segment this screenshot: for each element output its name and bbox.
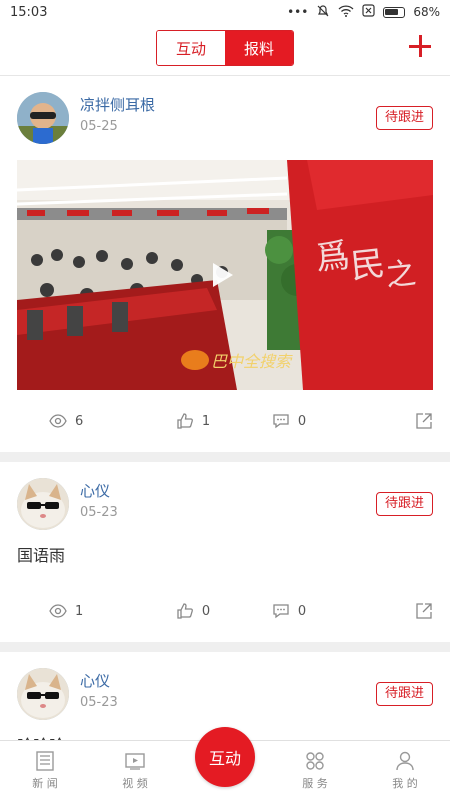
likes-value: 1 xyxy=(201,413,211,429)
wifi-icon xyxy=(338,4,354,20)
avatar[interactable] xyxy=(17,478,69,530)
battery-icon xyxy=(383,6,406,18)
post-actions: 1 0 0 xyxy=(0,580,450,642)
battery-percent: 68% xyxy=(413,5,440,19)
post-header: 凉拌侧耳根 05-25 待跟进 xyxy=(0,76,450,156)
tab-service-label: 服 务 xyxy=(302,777,328,790)
segment-control: 互动 报料 xyxy=(156,30,294,66)
share-icon xyxy=(416,413,432,429)
share-button[interactable] xyxy=(337,602,433,620)
top-bar: 互动 报料 xyxy=(0,24,450,76)
tab-me-label: 我 的 xyxy=(392,777,418,790)
tab-video[interactable]: 视 频 xyxy=(90,741,180,800)
comments-value: 0 xyxy=(297,413,307,429)
share-button[interactable] xyxy=(337,412,433,430)
thumbs-up-icon xyxy=(177,603,193,619)
post-feed: 凉拌侧耳根 05-25 待跟进 爲 民 之 巴中全搜索 6 1 0 心仪 05-… xyxy=(0,76,450,740)
bottom-tab-bar: 新 闻 视 频 互动 服 务 我 的 xyxy=(0,727,450,800)
status-badge: 待跟进 xyxy=(375,492,433,516)
tab-service[interactable]: 服 务 xyxy=(270,741,360,800)
likes-value: 0 xyxy=(201,603,211,619)
views-count: 6 xyxy=(17,412,145,430)
video-icon xyxy=(125,753,145,770)
post-date: 05-23 xyxy=(80,695,118,710)
user-name[interactable]: 心仪 xyxy=(80,670,110,691)
status-time: 15:03 xyxy=(10,4,48,20)
user-icon xyxy=(396,751,414,771)
center-interact-button[interactable]: 互动 xyxy=(195,727,255,787)
tab-interact[interactable]: 互动 xyxy=(157,31,225,65)
play-icon[interactable] xyxy=(213,263,233,287)
video-thumbnail[interactable]: 爲 民 之 巴中全搜索 xyxy=(17,160,433,390)
avatar[interactable] xyxy=(17,92,69,144)
views-value: 6 xyxy=(75,413,84,429)
views-count: 1 xyxy=(17,602,145,620)
comment-button[interactable]: 0 xyxy=(241,412,337,430)
sim-disabled-icon xyxy=(362,4,375,20)
eye-icon xyxy=(49,414,67,428)
post-header: 心仪 05-23 待跟进 xyxy=(0,652,450,732)
status-badge: 待跟进 xyxy=(375,106,433,130)
svg-text:爲: 爲 xyxy=(314,236,352,279)
thumbs-up-icon xyxy=(177,413,193,429)
video-watermark: 巴中全搜索 xyxy=(211,352,293,371)
post-header: 心仪 05-23 待跟进 xyxy=(0,462,450,542)
tab-news-label: 新 闻 xyxy=(32,777,58,790)
post-date: 05-25 xyxy=(80,119,118,134)
post-text: 国语雨 xyxy=(17,546,66,565)
user-name[interactable]: 心仪 xyxy=(80,480,110,501)
post-card: 心仪 05-23 待跟进 国语雨 1 0 0 xyxy=(0,462,450,642)
post-card: 凉拌侧耳根 05-25 待跟进 爲 民 之 巴中全搜索 6 1 0 xyxy=(0,76,450,452)
comments-value: 0 xyxy=(297,603,307,619)
tab-report[interactable]: 报料 xyxy=(225,31,293,65)
share-icon xyxy=(416,603,432,619)
tab-me[interactable]: 我 的 xyxy=(360,741,450,800)
comment-icon xyxy=(273,414,289,429)
tab-news[interactable]: 新 闻 xyxy=(0,741,90,800)
status-icons: ••• 68% xyxy=(287,4,440,21)
tab-interact-center[interactable]: 互动 xyxy=(180,727,270,800)
grid-icon xyxy=(306,752,324,770)
comment-button[interactable]: 0 xyxy=(241,602,337,620)
post-date: 05-23 xyxy=(80,505,118,520)
post-actions: 6 1 0 xyxy=(0,390,450,452)
eye-icon xyxy=(49,604,67,618)
like-button[interactable]: 1 xyxy=(145,412,241,430)
avatar[interactable] xyxy=(17,668,69,720)
add-icon[interactable] xyxy=(408,34,432,58)
comment-icon xyxy=(273,604,289,619)
user-name[interactable]: 凉拌侧耳根 xyxy=(80,94,155,115)
status-badge: 待跟进 xyxy=(375,682,433,706)
views-value: 1 xyxy=(75,603,84,619)
mute-bell-icon xyxy=(316,4,330,21)
tab-video-label: 视 频 xyxy=(122,777,148,790)
like-button[interactable]: 0 xyxy=(145,602,241,620)
svg-text:之: 之 xyxy=(384,256,417,294)
newspaper-icon xyxy=(36,751,54,771)
svg-text:民: 民 xyxy=(349,244,387,287)
more-icon: ••• xyxy=(287,5,309,19)
status-bar: 15:03 ••• 68% xyxy=(0,0,450,24)
